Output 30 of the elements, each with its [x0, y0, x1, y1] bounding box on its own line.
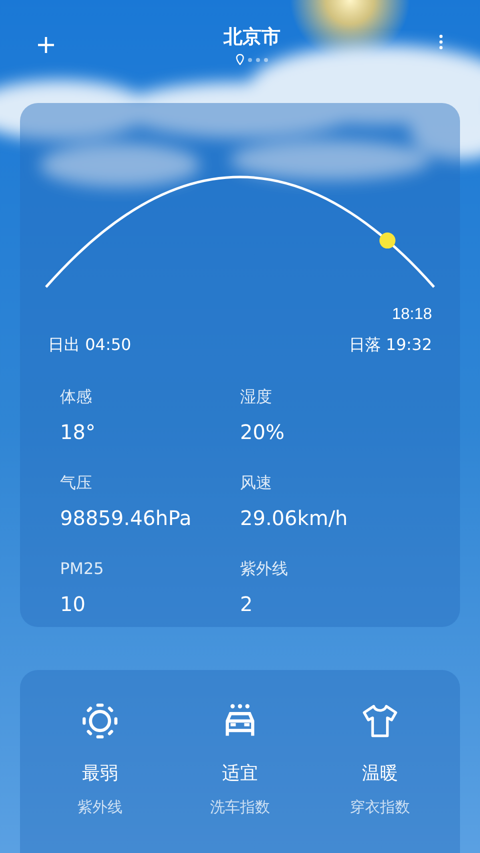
- stat-value: 2: [240, 591, 254, 618]
- t-shirt-icon: [361, 702, 399, 740]
- stat-value: 10: [60, 591, 86, 618]
- page-dot[interactable]: [264, 58, 268, 62]
- index-label: 紫外线: [78, 798, 122, 817]
- location-pin-icon[interactable]: [236, 54, 244, 65]
- stat-label: 湿度: [240, 386, 273, 408]
- city-title: 北京市: [224, 25, 280, 50]
- sunrise-time: 日出 04:50: [48, 335, 132, 356]
- sun-icon: [81, 702, 119, 740]
- add-icon[interactable]: [36, 35, 56, 55]
- stat-label: 体感: [60, 386, 93, 408]
- stat-label: PM25: [60, 558, 105, 580]
- stat-value: 98859.46hPa: [60, 505, 193, 532]
- index-value: 温暖: [362, 762, 398, 786]
- sunset-time: 日落 19:32: [348, 335, 432, 356]
- stat-value: 20%: [240, 419, 286, 446]
- index-label: 洗车指数: [210, 798, 270, 817]
- stat-label: 紫外线: [240, 558, 289, 580]
- page-dot[interactable]: [256, 58, 260, 62]
- current-time: 18:18: [392, 306, 432, 323]
- stat-value: 29.06km/h: [240, 505, 349, 532]
- more-icon[interactable]: [438, 34, 444, 50]
- index-value: 最弱: [82, 762, 118, 786]
- stat-label: 风速: [240, 472, 273, 494]
- stat-label: 气压: [60, 472, 93, 494]
- index-label: 穿衣指数: [350, 798, 410, 817]
- index-value: 适宜: [222, 762, 258, 786]
- stat-value: 18°: [60, 419, 96, 446]
- page-dot[interactable]: [248, 58, 252, 62]
